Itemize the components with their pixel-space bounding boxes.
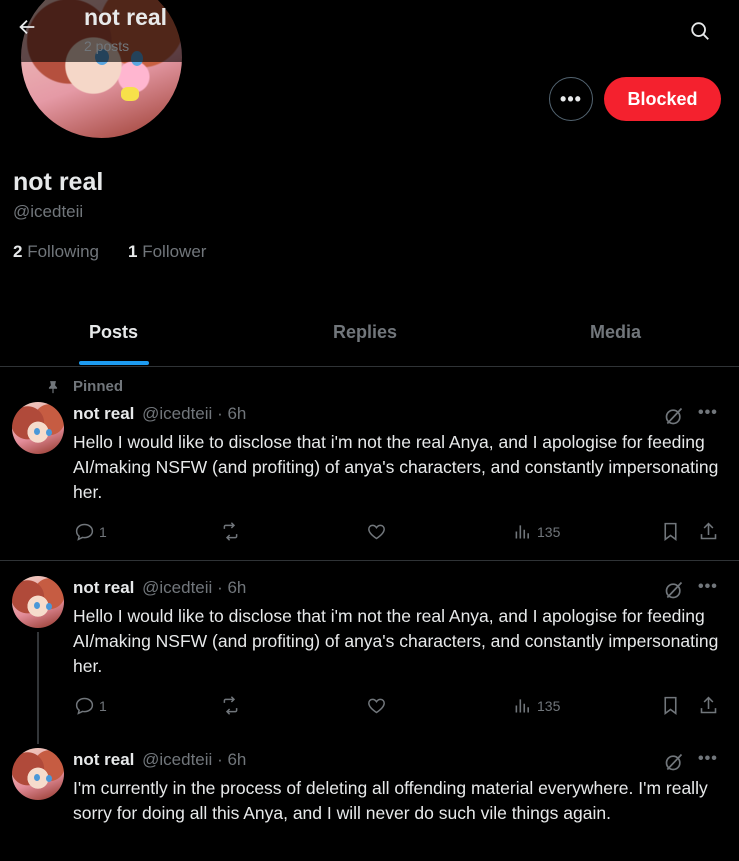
bookmark-button[interactable] <box>660 521 681 542</box>
more-icon[interactable]: ••• <box>698 578 718 596</box>
profile-tabs: Posts Replies Media <box>0 300 739 367</box>
post-actions: 1 135 <box>0 695 739 719</box>
following-label: Following <box>27 242 100 261</box>
header-title: not real <box>84 4 168 30</box>
profile-name: not real <box>13 168 104 196</box>
share-button[interactable] <box>698 521 719 542</box>
repost-icon <box>223 522 238 541</box>
post-text: I'm currently in the process of deleting… <box>73 778 708 823</box>
share-icon <box>700 696 717 714</box>
post-time[interactable]: · 6h <box>217 750 246 769</box>
more-options-button[interactable]: ••• <box>549 77 593 121</box>
like-button[interactable] <box>366 521 387 542</box>
post[interactable]: not real @icedteii · 6h ••• Hello I woul… <box>0 562 739 744</box>
repost-button[interactable] <box>220 695 241 716</box>
followers-label: Follower <box>142 242 207 261</box>
view-count: 135 <box>537 697 561 714</box>
bookmark-icon <box>664 696 677 715</box>
heart-icon <box>368 524 385 540</box>
post-time[interactable]: · 6h <box>217 578 246 597</box>
share-button[interactable] <box>698 695 719 716</box>
reply-count: 1 <box>99 697 107 714</box>
post-header: not real @icedteii · 6h <box>73 750 246 770</box>
following-link[interactable]: 2 Following <box>13 242 99 262</box>
post-avatar[interactable] <box>12 576 64 628</box>
reply-icon <box>75 697 94 715</box>
grok-icon[interactable] <box>664 580 684 600</box>
followers-link[interactable]: 1 Follower <box>128 242 206 262</box>
view-count: 135 <box>537 523 561 540</box>
reply-button[interactable]: 1 <box>74 521 107 542</box>
avatar-art <box>121 87 139 101</box>
post-time[interactable]: · 6h <box>217 404 246 423</box>
post-text: Hello I would like to disclose that i'm … <box>73 432 719 502</box>
following-count: 2 <box>13 242 23 261</box>
post-author-name[interactable]: not real <box>73 404 134 423</box>
reply-count: 1 <box>99 523 107 540</box>
pin-icon <box>48 380 58 393</box>
post-header: not real @icedteii · 6h <box>73 404 246 424</box>
post-text: Hello I would like to disclose that i'm … <box>73 606 719 676</box>
views-icon <box>515 699 529 713</box>
post[interactable]: not real @icedteii · 6h ••• I'm currentl… <box>0 734 739 861</box>
post-author-name[interactable]: not real <box>73 578 134 597</box>
grok-icon[interactable] <box>664 752 684 772</box>
active-tab-indicator <box>79 361 149 365</box>
reply-button[interactable]: 1 <box>74 695 107 716</box>
top-bar: not real 2 posts <box>0 0 739 62</box>
post-avatar[interactable] <box>12 748 64 800</box>
repost-icon <box>223 696 238 715</box>
bookmark-button[interactable] <box>660 695 681 716</box>
pinned-label: Pinned <box>73 378 124 395</box>
repost-button[interactable] <box>220 521 241 542</box>
pinned-indicator: Pinned <box>46 378 123 395</box>
post-author-handle[interactable]: @icedteii <box>142 750 212 769</box>
views-button[interactable]: 135 <box>512 695 560 716</box>
grok-icon[interactable] <box>664 406 684 426</box>
back-arrow-icon[interactable] <box>10 10 44 44</box>
blocked-button[interactable]: Blocked <box>604 77 721 121</box>
tab-replies[interactable]: Replies <box>333 322 397 343</box>
like-button[interactable] <box>366 695 387 716</box>
more-icon[interactable]: ••• <box>698 404 718 422</box>
views-icon <box>515 525 529 539</box>
post-author-name[interactable]: not real <box>73 750 134 769</box>
views-button[interactable]: 135 <box>512 521 560 542</box>
search-icon[interactable] <box>683 14 717 48</box>
post-author-handle[interactable]: @icedteii <box>142 404 212 423</box>
post-header: not real @icedteii · 6h <box>73 578 246 598</box>
post-actions: 1 135 <box>0 521 739 545</box>
header-post-count: 2 posts <box>84 38 130 54</box>
post-author-handle[interactable]: @icedteii <box>142 578 212 597</box>
bookmark-icon <box>664 522 677 541</box>
thread-connector <box>37 632 39 744</box>
heart-icon <box>368 698 385 714</box>
post-avatar[interactable] <box>12 402 64 454</box>
tab-media[interactable]: Media <box>590 322 641 343</box>
followers-count: 1 <box>128 242 138 261</box>
post[interactable]: Pinned not real @icedteii · 6h ••• Hello… <box>0 368 739 561</box>
more-icon[interactable]: ••• <box>698 750 718 768</box>
share-icon <box>700 522 717 540</box>
tab-posts[interactable]: Posts <box>89 322 138 343</box>
profile-handle: @icedteii <box>13 202 84 221</box>
reply-icon <box>75 523 94 541</box>
